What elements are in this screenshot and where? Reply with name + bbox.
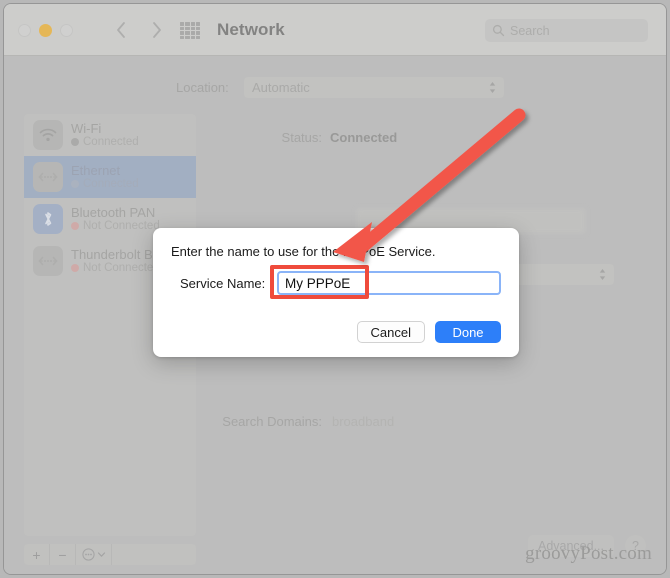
status-dot [71, 180, 79, 189]
remove-service-button[interactable]: − [50, 544, 76, 565]
dialog-buttons: Cancel Done [356, 321, 501, 343]
done-button[interactable]: Done [435, 321, 501, 343]
location-label: Location: [176, 79, 229, 95]
thunderbolt-icon [33, 246, 63, 276]
status-text: Not Connected [83, 219, 160, 232]
status-text: Connected [83, 135, 139, 148]
service-status: Connected [71, 178, 139, 190]
cancel-button[interactable]: Cancel [356, 321, 425, 343]
window-titlebar: Network Search [4, 4, 666, 56]
sidebar-item-wifi[interactable]: Wi-Fi Connected [24, 114, 196, 156]
close-button[interactable] [18, 24, 31, 37]
show-all-icon[interactable] [180, 22, 200, 39]
location-row: Location: Automatic [4, 76, 666, 98]
service-name-label: Service Name: [180, 276, 266, 291]
dialog-title: Enter the name to use for the PPPoE Serv… [171, 244, 436, 259]
chevron-down-icon [97, 552, 105, 557]
status-text: Not Connected [83, 261, 160, 274]
service-status: Connected [71, 136, 139, 148]
status-dot [71, 138, 79, 147]
back-icon[interactable] [112, 18, 130, 42]
zoom-button[interactable] [60, 24, 73, 37]
screenshot-root: Network Search Location: Automatic Wi-Fi… [0, 0, 670, 578]
location-dropdown[interactable]: Automatic [244, 76, 504, 98]
sidebar-item-text: Thunderbolt B... Not Connected [71, 246, 164, 274]
status-dot [71, 264, 79, 273]
sidebar-item-text: Bluetooth PAN Not Connected [71, 204, 160, 232]
service-status: Not Connected [71, 262, 164, 274]
page-title: Network [217, 20, 285, 39]
search-domains-label: Search Domains: [222, 414, 322, 429]
chevron-updown-icon [489, 81, 496, 93]
minus-icon: − [58, 546, 67, 563]
service-name: Bluetooth PAN [71, 204, 156, 220]
plus-icon: + [32, 546, 41, 563]
service-name: Thunderbolt B... [71, 246, 164, 262]
watermark: groovyPost.com [525, 543, 652, 564]
ethernet-icon [33, 162, 63, 192]
search-input[interactable]: Search [485, 19, 648, 42]
search-domains-value: broadband [332, 414, 395, 429]
location-value: Automatic [252, 79, 310, 95]
forward-icon[interactable] [148, 18, 166, 42]
service-name-input[interactable]: My PPPoE [277, 271, 501, 295]
search-placeholder: Search [510, 23, 550, 38]
services-toolbar: + − [24, 544, 196, 565]
wifi-icon [33, 120, 63, 150]
sidebar-item-ethernet[interactable]: Ethernet Connected [24, 156, 196, 198]
navigation-buttons [112, 18, 166, 42]
service-actions-button[interactable] [76, 544, 112, 565]
status-label: Status: [281, 130, 322, 145]
service-name: Wi-Fi [71, 120, 102, 136]
actions-ellipsis-icon [81, 548, 95, 561]
status-text: Connected [83, 177, 139, 190]
service-status: Not Connected [71, 220, 160, 232]
add-service-button[interactable]: + [24, 544, 50, 565]
bluetooth-icon [33, 204, 63, 234]
cancel-button-label: Cancel [370, 324, 411, 340]
search-icon [492, 24, 505, 37]
chevron-updown-icon [599, 269, 606, 280]
sidebar-item-text: Ethernet Connected [71, 162, 139, 190]
service-name-value: My PPPoE [285, 275, 351, 291]
pppoe-service-name-dialog: Enter the name to use for the PPPoE Serv… [153, 228, 519, 357]
traffic-light-buttons [18, 24, 73, 37]
service-name: Ethernet [71, 162, 121, 178]
status-dot [71, 222, 79, 231]
minimize-button[interactable] [39, 24, 52, 37]
done-button-label: Done [452, 324, 484, 340]
status-value: Connected [330, 130, 398, 145]
sidebar-item-text: Wi-Fi Connected [71, 120, 139, 148]
